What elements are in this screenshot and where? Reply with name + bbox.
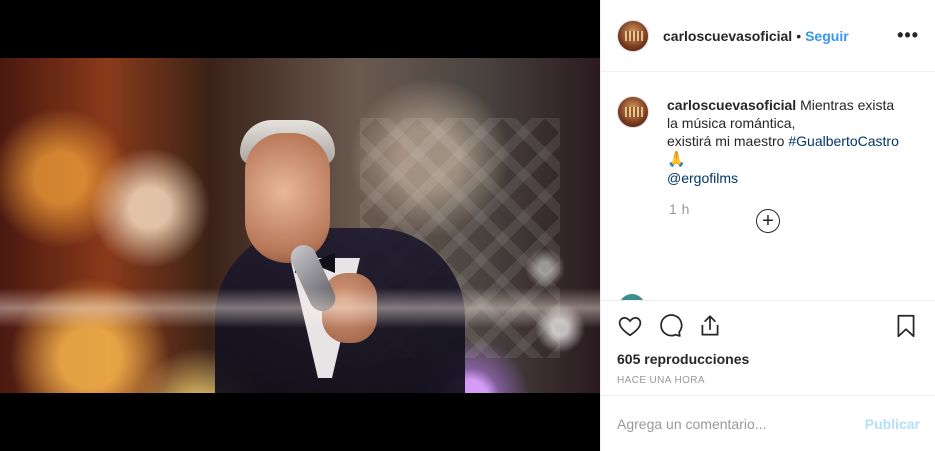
- post-side-panel: carloscuevasoficial • Seguir ••• carlosc…: [600, 0, 935, 451]
- post-header: carloscuevasoficial • Seguir •••: [601, 0, 935, 72]
- hashtag-link[interactable]: #GualbertoCastro: [788, 133, 899, 149]
- pray-emoji-icon: 🙏: [667, 151, 686, 168]
- header-username[interactable]: carloscuevasoficial: [663, 28, 792, 44]
- video-player[interactable]: [0, 58, 600, 393]
- caption-text: carloscuevasoficial Mientras exista la m…: [667, 96, 907, 187]
- caption-line-2: existirá mi maestro: [667, 133, 789, 149]
- comment-icon[interactable]: [655, 311, 685, 341]
- more-icon[interactable]: •••: [897, 25, 919, 46]
- bookmark-icon[interactable]: [891, 311, 921, 341]
- caption-timestamp[interactable]: 1 h: [669, 201, 919, 217]
- action-bar: [601, 301, 935, 351]
- publish-button[interactable]: Publicar: [865, 416, 920, 432]
- plus-circle-icon[interactable]: +: [756, 209, 780, 233]
- separator-dot: •: [796, 27, 802, 44]
- post-media[interactable]: [0, 0, 600, 451]
- lens-flare: [0, 288, 600, 328]
- post-timestamp[interactable]: HACE UNA HORA: [601, 375, 935, 397]
- view-count[interactable]: 605 reproducciones: [601, 351, 935, 371]
- comment-avatar[interactable]: [619, 294, 645, 300]
- follow-button[interactable]: Seguir: [805, 28, 849, 44]
- caption-username[interactable]: carloscuevasoficial: [667, 97, 796, 113]
- comments-section: carloscuevasoficial Mientras exista la m…: [601, 72, 935, 301]
- post-caption: carloscuevasoficial Mientras exista la m…: [617, 96, 919, 187]
- comment-input[interactable]: [617, 415, 865, 432]
- mention-link[interactable]: @ergofilms: [667, 170, 738, 186]
- avatar[interactable]: [617, 19, 649, 52]
- share-icon[interactable]: [695, 311, 725, 341]
- caption-avatar[interactable]: [617, 96, 649, 128]
- comment-form: Publicar: [601, 395, 935, 451]
- heart-icon[interactable]: [615, 311, 645, 341]
